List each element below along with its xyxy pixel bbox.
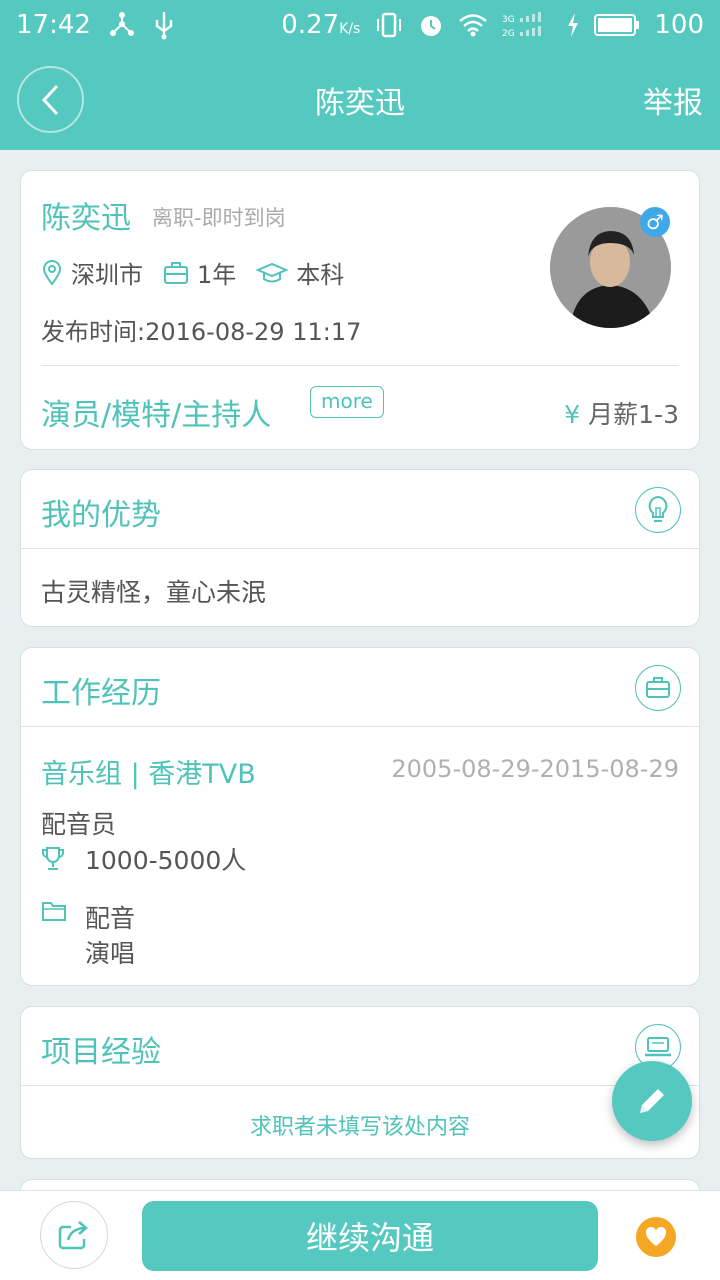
divider <box>21 548 699 549</box>
share-icon <box>58 1221 88 1250</box>
status-time: 17:42 <box>16 10 91 40</box>
duty-item: 演唱 <box>85 939 136 968</box>
company-size: 1000-5000人 <box>41 841 246 877</box>
salary: ¥ 月薪1-3 <box>564 395 679 431</box>
report-button[interactable]: 举报 <box>643 78 703 122</box>
battery-icon <box>594 14 640 36</box>
section-title-project: 项目经验 <box>41 1035 161 1070</box>
experience: 1年 <box>197 261 237 289</box>
more-button[interactable]: more <box>310 386 384 418</box>
signal-icon: 3G 2G <box>502 12 542 38</box>
graduation-cap-icon <box>256 262 289 282</box>
vibrate-icon <box>377 12 402 38</box>
folder-icon <box>42 902 66 921</box>
divider <box>41 365 679 366</box>
advantage-card: 我的优势 古灵精怪，童心未泯 <box>20 469 700 627</box>
alarm-icon <box>421 16 442 36</box>
battery-level: 100 <box>654 10 704 40</box>
salary-text: 月薪1-3 <box>588 400 679 429</box>
publish-time: 发布时间:2016-08-29 11:17 <box>41 318 362 346</box>
trophy-icon <box>42 847 64 870</box>
gender-male-icon: ♂ <box>640 207 670 237</box>
project-experience-card: 项目经验 求职者未填写该处内容 <box>20 1006 700 1159</box>
usb-icon <box>155 12 173 40</box>
status-bar: 17:42 0.27K/s 3G 2G 100 <box>0 0 720 50</box>
company-size-text: 1000-5000人 <box>85 846 247 875</box>
candidate-name: 陈奕迅 <box>41 201 131 236</box>
experience-item: 1年 <box>163 255 236 290</box>
work-experience-card: 工作经历 音乐组 | 香港TVB 2005-08-29-2015-08-29 配… <box>20 647 700 986</box>
network-speed: 0.27K/s <box>281 10 361 40</box>
share-button[interactable] <box>40 1201 108 1269</box>
company-name: 音乐组 | 香港TVB <box>41 759 256 790</box>
section-title-work: 工作经历 <box>41 676 161 711</box>
education-item: 本科 <box>256 255 344 290</box>
education: 本科 <box>296 261 345 289</box>
favorite-button[interactable] <box>636 1217 676 1257</box>
section-title-advantage: 我的优势 <box>41 498 161 533</box>
location-icon <box>42 259 62 286</box>
share-network-icon <box>109 12 134 36</box>
work-period: 2005-08-29-2015-08-29 <box>391 755 679 783</box>
job-title: 演员/模特/主持人 <box>41 398 272 433</box>
profile-meta: 深圳市 1年 本科 <box>41 255 364 290</box>
lightbulb-icon <box>635 487 681 533</box>
city-item: 深圳市 <box>41 255 143 290</box>
profile-card: 陈奕迅 离职-即时到岗 深圳市 1年 本科 发布时间:2016-08-29 11… <box>20 170 700 450</box>
work-role: 配音员 <box>41 810 117 839</box>
svg-text:2G: 2G <box>502 29 515 38</box>
edit-button[interactable] <box>612 1061 692 1141</box>
continue-chat-button[interactable]: 继续沟通 <box>142 1201 598 1271</box>
advantage-text: 古灵精怪，童心未泯 <box>41 578 267 607</box>
svg-text:3G: 3G <box>502 15 515 25</box>
briefcase-icon <box>635 665 681 711</box>
divider <box>21 1085 699 1086</box>
duty-item: 配音 <box>85 904 136 933</box>
yen-icon: ¥ <box>564 400 581 429</box>
empty-content-text: 求职者未填写该处内容 <box>249 1115 470 1140</box>
charging-icon <box>568 13 579 37</box>
briefcase-icon <box>164 261 188 284</box>
page-title: 陈奕迅 <box>315 86 405 121</box>
job-status: 离职-即时到岗 <box>152 206 286 230</box>
city: 深圳市 <box>71 261 143 289</box>
bottom-bar: 继续沟通 <box>0 1190 720 1280</box>
heart-icon <box>645 1227 667 1246</box>
divider <box>21 726 699 727</box>
pencil-icon <box>640 1089 664 1113</box>
wifi-icon <box>459 14 488 37</box>
nav-bar: 陈奕迅 举报 <box>0 50 720 150</box>
